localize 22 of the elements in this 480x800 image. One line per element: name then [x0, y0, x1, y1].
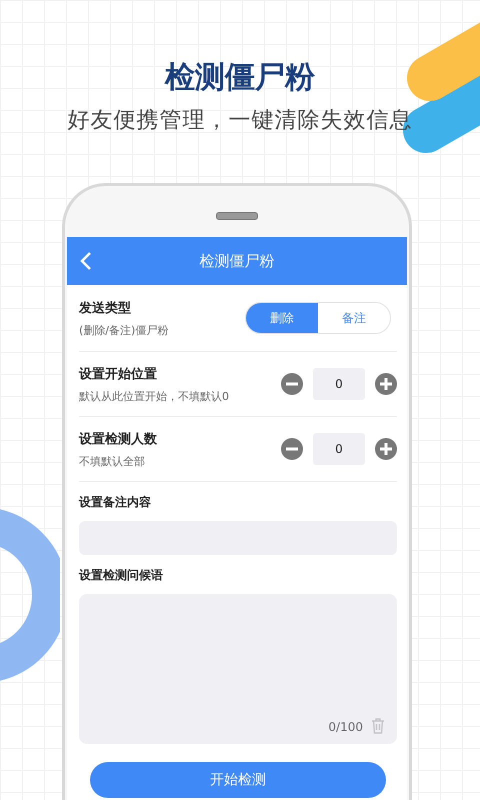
field-label: 发送类型 [79, 300, 132, 316]
minus-icon[interactable] [281, 438, 303, 460]
greeting-text-area[interactable]: 0/100 [79, 594, 397, 744]
screen-title: 检测僵尸粉 [200, 252, 274, 270]
plus-icon[interactable] [375, 373, 397, 395]
headline: 检测僵尸粉 [165, 59, 315, 97]
plus-icon[interactable] [375, 438, 397, 460]
segment-option[interactable]: 删除 [246, 303, 318, 333]
character-counter: 0/100 [328, 720, 363, 734]
field-hint: 默认从此位置开始，不填默认0 [79, 388, 229, 404]
field-hint: (删除/备注)僵尸粉 [79, 322, 168, 338]
number-field[interactable]: 0 [313, 368, 365, 400]
minus-icon[interactable] [281, 373, 303, 395]
field-label: 设置检测人数 [79, 430, 157, 448]
number-field[interactable]: 0 [313, 433, 365, 465]
field-label: 设置检测问候语 [79, 567, 164, 584]
field-label: 设置备注内容 [79, 494, 152, 511]
field-hint: 不填默认全部 [79, 454, 146, 468]
back-icon[interactable] [79, 251, 93, 271]
field-label: 设置开始位置 [79, 366, 158, 382]
start-button[interactable]: 开始检测 [90, 762, 386, 798]
speaker-icon [216, 212, 258, 220]
